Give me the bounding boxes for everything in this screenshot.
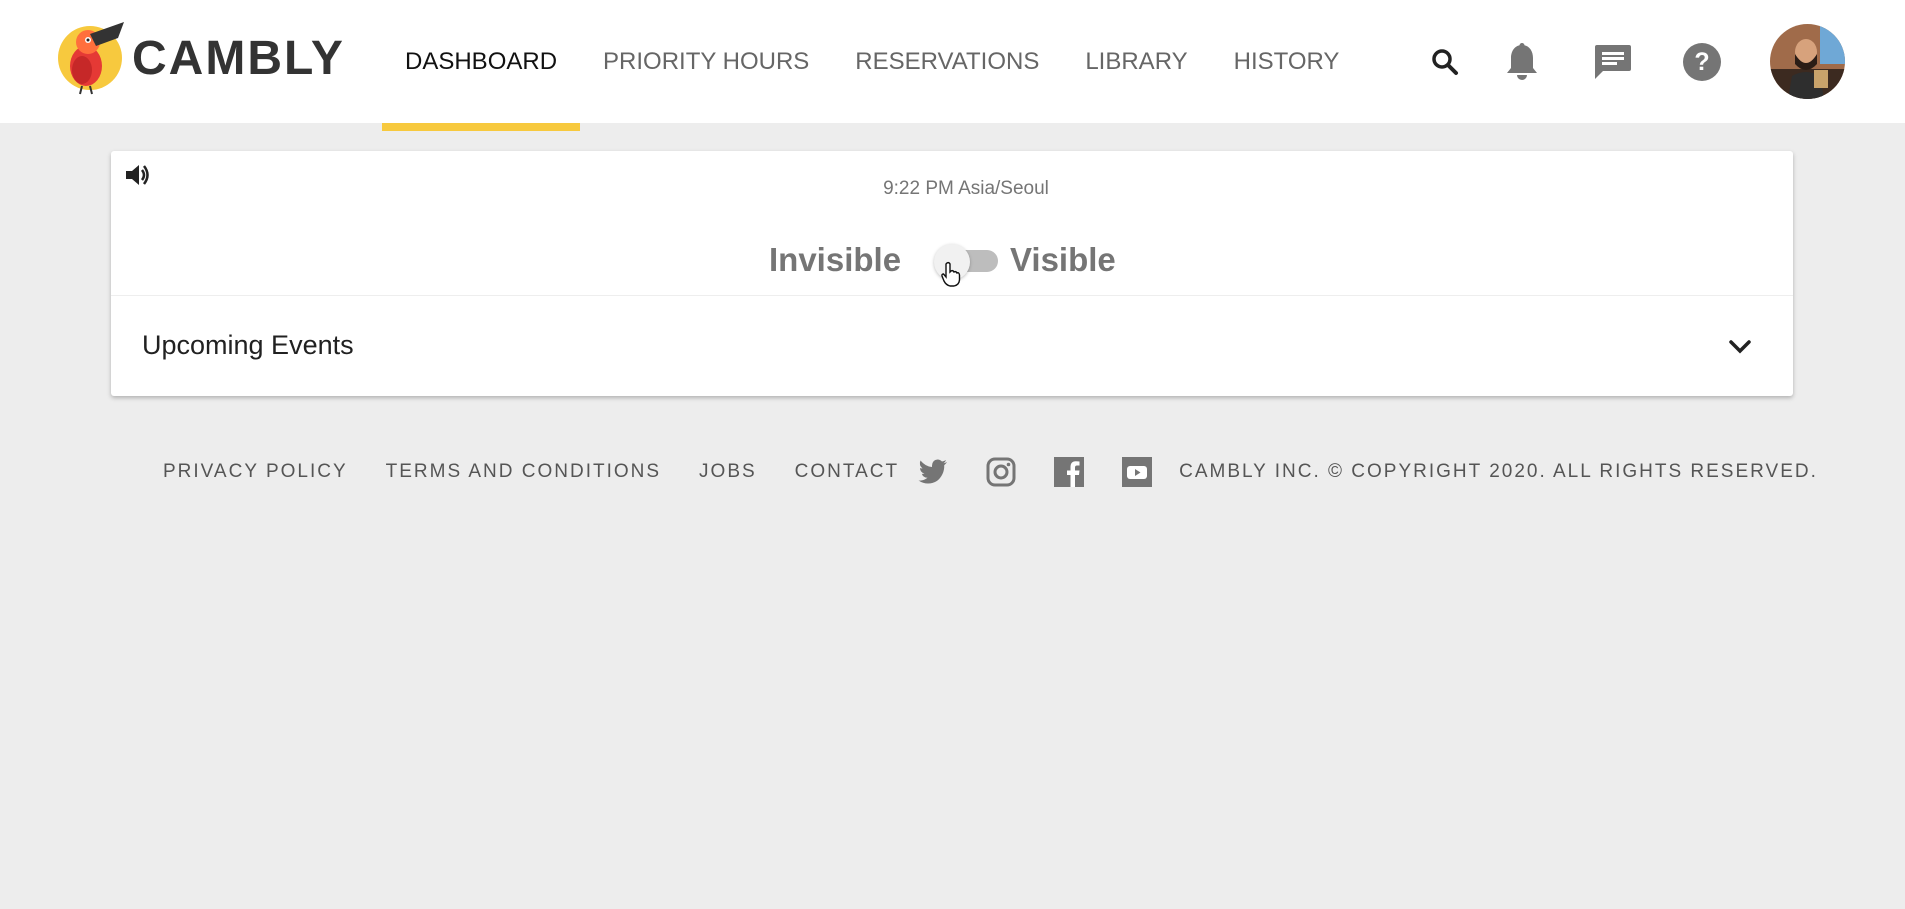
twitter-icon xyxy=(918,459,948,484)
cambly-logo[interactable]: CAMBLY xyxy=(58,18,345,98)
facebook-icon xyxy=(1054,457,1085,487)
nav-history[interactable]: HISTORY xyxy=(1211,0,1363,123)
instagram-link[interactable] xyxy=(985,456,1017,488)
footer-jobs[interactable]: JOBS xyxy=(699,461,757,483)
help-button[interactable]: ? xyxy=(1682,0,1722,123)
footer-privacy-policy[interactable]: PRIVACY POLICY xyxy=(163,461,348,483)
youtube-icon xyxy=(1122,457,1153,487)
status-card: 9:22 PM Asia/Seoul Invisible Visible Upc… xyxy=(111,151,1793,396)
help-icon: ? xyxy=(1683,42,1721,81)
footer: PRIVACY POLICY TERMS AND CONDITIONS JOBS… xyxy=(163,455,1818,489)
nav-dashboard[interactable]: DASHBOARD xyxy=(382,0,581,131)
toucan-logo-icon xyxy=(58,22,124,95)
visible-label: Visible xyxy=(1010,241,1116,278)
top-header: CAMBLY DASHBOARD PRIORITY HOURS RESERVAT… xyxy=(0,0,1905,131)
notifications-button[interactable] xyxy=(1502,0,1542,123)
nav-priority-hours[interactable]: PRIORITY HOURS xyxy=(580,0,832,123)
upcoming-events-title: Upcoming Events xyxy=(142,330,354,360)
youtube-link[interactable] xyxy=(1121,456,1153,488)
bell-icon xyxy=(1507,42,1537,80)
chevron-down-icon[interactable] xyxy=(1727,334,1753,360)
chat-icon xyxy=(1595,44,1631,79)
search-icon xyxy=(1432,48,1458,75)
nav-reservations[interactable]: RESERVATIONS xyxy=(832,0,1062,123)
copyright-text: CAMBLY INC. © COPYRIGHT 2020. ALL RIGHTS… xyxy=(1179,461,1818,482)
facebook-link[interactable] xyxy=(1053,456,1085,488)
brand-name: CAMBLY xyxy=(132,31,345,85)
hand-cursor-icon xyxy=(941,261,961,287)
upcoming-events-panel[interactable]: Upcoming Events xyxy=(111,296,1793,396)
footer-terms[interactable]: TERMS AND CONDITIONS xyxy=(386,461,661,483)
main-nav: DASHBOARD PRIORITY HOURS RESERVATIONS LI… xyxy=(382,0,1363,131)
footer-contact[interactable]: CONTACT xyxy=(795,461,899,483)
user-photo xyxy=(1770,24,1845,99)
social-links xyxy=(917,456,1169,488)
nav-library[interactable]: LIBRARY xyxy=(1062,0,1210,123)
twitter-link[interactable] xyxy=(917,456,949,488)
svg-text:?: ? xyxy=(1694,48,1709,76)
search-button[interactable] xyxy=(1428,0,1462,123)
avatar[interactable] xyxy=(1770,24,1845,99)
messages-button[interactable] xyxy=(1592,0,1634,123)
local-time: 9:22 PM Asia/Seoul xyxy=(883,178,1049,199)
instagram-icon xyxy=(986,457,1016,487)
invisible-label: Invisible xyxy=(769,241,902,278)
